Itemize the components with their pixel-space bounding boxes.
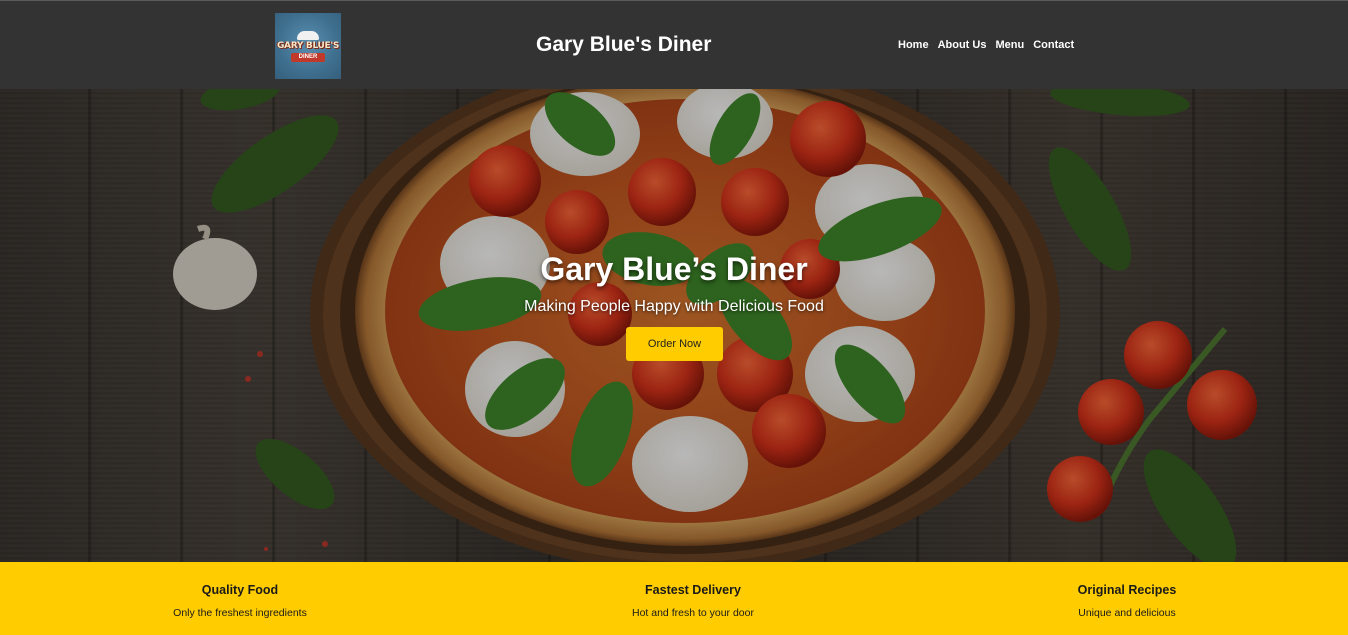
logo-ribbon: DINER bbox=[290, 52, 326, 62]
feature-text: Unique and delicious bbox=[1078, 607, 1176, 619]
order-now-button[interactable]: Order Now bbox=[626, 327, 723, 361]
feature-title: Quality Food bbox=[201, 583, 279, 597]
nav-about-us[interactable]: About Us bbox=[938, 39, 987, 51]
site-title: Gary Blue's Diner bbox=[536, 33, 712, 56]
hero-overlay bbox=[0, 89, 1348, 562]
main-nav: Home About Us Menu Contact bbox=[898, 39, 1074, 51]
hero-subtitle: Making People Happy with Delicious Food bbox=[524, 298, 824, 315]
nav-contact[interactable]: Contact bbox=[1033, 39, 1074, 51]
logo-wordmark: GARY BLUE'S bbox=[276, 40, 340, 51]
feature-text: Only the freshest ingredients bbox=[173, 607, 307, 619]
feature-text: Hot and fresh to your door bbox=[632, 607, 754, 619]
nav-menu[interactable]: Menu bbox=[995, 39, 1024, 51]
feature-original-recipes: Original Recipes Unique and delicious bbox=[1027, 583, 1227, 619]
feature-title: Original Recipes bbox=[1077, 583, 1177, 597]
feature-title: Fastest Delivery bbox=[645, 583, 741, 597]
features-bar: Quality Food Only the freshest ingredien… bbox=[0, 562, 1348, 635]
feature-quality-food: Quality Food Only the freshest ingredien… bbox=[140, 583, 340, 619]
site-header: GARY BLUE'S DINER Gary Blue's Diner Home… bbox=[0, 0, 1348, 89]
hero-title: Gary Blue’s Diner bbox=[540, 251, 808, 287]
feature-fastest-delivery: Fastest Delivery Hot and fresh to your d… bbox=[593, 583, 793, 619]
diner-logo[interactable]: GARY BLUE'S DINER bbox=[275, 13, 341, 79]
nav-home[interactable]: Home bbox=[898, 39, 929, 51]
chef-hat-icon bbox=[297, 30, 319, 40]
hero-section: Gary Blue’s Diner Making People Happy wi… bbox=[0, 89, 1348, 562]
